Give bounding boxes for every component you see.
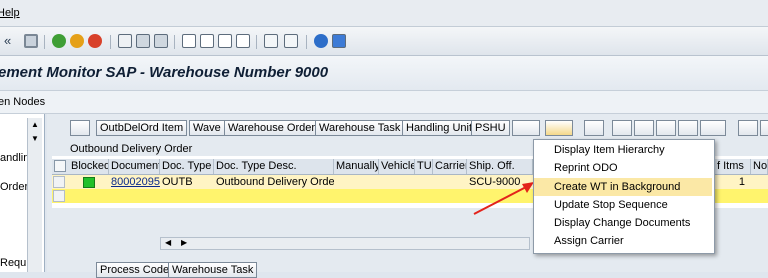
menu-item-create-wt-in-background[interactable]: Create WT in Background (534, 178, 712, 196)
hold-actions-icon[interactable] (545, 120, 573, 136)
column-header-manually[interactable]: Manually (334, 159, 379, 174)
separator (306, 35, 307, 49)
doc-type-desc-cell: Outbound Delivery Order (216, 176, 334, 188)
document-link[interactable]: 80002095 (109, 175, 160, 189)
find-next-icon[interactable] (154, 34, 168, 48)
annotation-arrow (473, 182, 534, 215)
select-all-icon[interactable] (54, 160, 66, 172)
sort-ascending-icon[interactable] (612, 120, 632, 136)
menu-bar: Help (0, 0, 768, 27)
column-header-no[interactable]: No. (751, 159, 768, 174)
shortcut-icon[interactable] (284, 34, 298, 48)
more-methods-icon[interactable] (512, 120, 540, 136)
previous-page-icon[interactable] (200, 34, 214, 48)
menu-item-assign-carrier[interactable]: Assign Carrier (534, 232, 712, 250)
scroll-down-icon[interactable]: ▼ (31, 134, 39, 143)
separator (256, 35, 257, 49)
column-header-items[interactable]: f Itms (715, 159, 751, 174)
items-cell: 1 (738, 176, 745, 188)
back-arrow-icon[interactable]: « (4, 33, 11, 48)
exit-icon[interactable] (70, 34, 84, 48)
doc-type-cell: OUTB (162, 176, 193, 188)
save-icon[interactable] (24, 34, 38, 48)
outbdelord-item-button[interactable]: OutbDelOrd Item (96, 120, 188, 136)
menu-item-reprint-odo[interactable]: Reprint ODO (534, 159, 712, 177)
menu-item-display-change-documents[interactable]: Display Change Documents (534, 214, 712, 232)
handling-unit-button[interactable]: Handling Unit (402, 120, 477, 136)
row-selector[interactable] (53, 190, 65, 202)
find-icon[interactable] (136, 34, 150, 48)
last-page-icon[interactable] (236, 34, 250, 48)
print-icon[interactable] (118, 34, 132, 48)
column-header-tu[interactable]: TU (415, 159, 433, 174)
process-code-button[interactable]: Process Code (96, 262, 174, 278)
hidden-nodes-button[interactable]: en Nodes (0, 96, 45, 108)
column-header-blocked[interactable]: Blocked (69, 159, 109, 174)
warehouse-task-button[interactable]: Warehouse Task (315, 120, 405, 136)
title-bar: ement Monitor SAP - Warehouse Number 900… (0, 56, 768, 91)
wave-button[interactable]: Wave (189, 120, 225, 136)
menu-help[interactable]: Help (0, 7, 20, 19)
menu-item-display-item-hierarchy[interactable]: Display Item Hierarchy (534, 141, 712, 159)
sum-icon[interactable] (738, 120, 758, 136)
warehouse-order-button[interactable]: Warehouse Order (224, 120, 320, 136)
first-page-icon[interactable] (182, 34, 196, 48)
separator (110, 35, 111, 49)
column-header-document[interactable]: Document (109, 159, 160, 174)
back-icon[interactable] (52, 34, 66, 48)
find-next-in-table-icon[interactable] (678, 120, 698, 136)
standard-toolbar: « (0, 27, 768, 56)
tree-node[interactable]: Requ (0, 257, 26, 269)
warehouse-task-button-bottom[interactable]: Warehouse Task (168, 262, 258, 278)
column-header-vehicle[interactable]: Vehicle (379, 159, 415, 174)
status-green-icon (83, 177, 95, 188)
details-icon[interactable] (70, 120, 90, 136)
column-header-doc-type[interactable]: Doc. Type (160, 159, 214, 174)
sort-descending-icon[interactable] (634, 120, 654, 136)
scroll-left-icon[interactable]: ◀ (165, 238, 171, 247)
separator (174, 35, 175, 49)
column-header-carrier[interactable]: Carrier (433, 159, 467, 174)
menu-item-update-stop-sequence[interactable]: Update Stop Sequence (534, 196, 712, 214)
separator (44, 35, 45, 49)
left-vertical-scrollbar[interactable]: ▲ ▼ (27, 118, 42, 272)
context-menu: Display Item Hierarchy Reprint ODO Creat… (533, 139, 715, 254)
tree-node[interactable]: Order (0, 181, 28, 193)
find-in-table-icon[interactable] (656, 120, 676, 136)
scroll-right-icon[interactable]: ▶ (181, 238, 187, 247)
horizontal-scrollbar[interactable]: ◀ ▶ (160, 237, 530, 250)
scroll-up-icon[interactable]: ▲ (31, 120, 39, 129)
help-icon[interactable] (314, 34, 328, 48)
table-title: Outbound Delivery Order (70, 143, 193, 155)
application-toolbar: en Nodes (0, 91, 768, 114)
new-session-icon[interactable] (264, 34, 278, 48)
next-page-icon[interactable] (218, 34, 232, 48)
tree-node[interactable]: andlin (0, 152, 29, 164)
pshu-button[interactable]: PSHU (471, 120, 510, 136)
customize-layout-icon[interactable] (332, 34, 346, 48)
cancel-icon[interactable] (88, 34, 102, 48)
filter-icon[interactable] (700, 120, 726, 136)
page-title: ement Monitor SAP - Warehouse Number 900… (0, 64, 329, 81)
column-header-doc-type-desc[interactable]: Doc. Type Desc. (214, 159, 334, 174)
row-selector[interactable] (53, 176, 65, 188)
subtotal-icon[interactable] (760, 120, 768, 136)
refresh-icon[interactable] (584, 120, 604, 136)
